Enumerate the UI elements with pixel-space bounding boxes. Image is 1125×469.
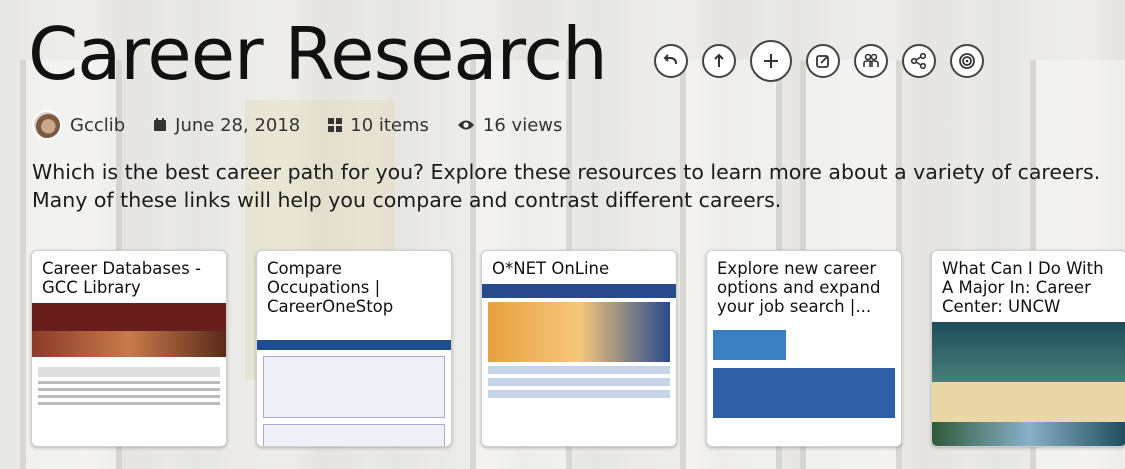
edit-button[interactable] — [806, 44, 840, 78]
items-stat: 10 items — [328, 115, 429, 136]
card-title: O*NET OnLine — [492, 259, 610, 278]
views-stat: 16 views — [457, 115, 562, 136]
card-title: What Can I Do With A Major In: Career Ce… — [942, 259, 1104, 316]
item-count: 10 items — [350, 114, 429, 136]
resource-card[interactable]: Compare Occupations | CareerOneStop — [256, 250, 452, 447]
up-arrow-icon — [714, 53, 724, 67]
plus-icon — [764, 54, 778, 68]
back-arrow-icon — [663, 54, 677, 65]
calendar-icon — [154, 118, 167, 131]
date-stat: June 28, 2018 — [153, 115, 300, 136]
avatar[interactable] — [32, 110, 62, 140]
back-button[interactable] — [654, 44, 688, 78]
resource-card[interactable]: What Can I Do With A Major In: Career Ce… — [931, 250, 1125, 447]
card-thumbnail — [482, 284, 676, 446]
resource-card[interactable]: Career Databases - GCC Library — [31, 250, 227, 447]
target-icon — [959, 53, 975, 69]
resource-card[interactable]: Explore new career options and expand yo… — [706, 250, 902, 447]
page-title: Career Research — [28, 12, 608, 96]
share-button[interactable] — [902, 44, 936, 78]
view-count: 16 views — [482, 114, 563, 136]
grid-icon — [328, 118, 343, 132]
card-title: Career Databases - GCC Library — [42, 259, 201, 297]
collection-description: Which is the best career path for you? E… — [32, 160, 1101, 212]
card-list: Career Databases - GCC Library Compare O… — [31, 250, 1125, 447]
collection-page: Career Research Gcclib June 28, 2018 10 … — [0, 0, 1125, 469]
add-button[interactable] — [750, 40, 792, 82]
card-title: Compare Occupations | CareerOneStop — [267, 259, 394, 316]
collection-meta: Gcclib June 28, 2018 10 items 16 views — [32, 110, 562, 140]
card-thumbnail — [707, 322, 901, 446]
resource-card[interactable]: O*NET OnLine — [481, 250, 677, 447]
embed-button[interactable] — [950, 44, 984, 78]
author-name[interactable]: Gcclib — [70, 115, 125, 136]
action-toolbar — [654, 40, 984, 82]
card-thumbnail — [932, 322, 1125, 446]
eye-icon — [457, 120, 474, 130]
card-thumbnail — [32, 303, 226, 446]
share-icon — [910, 52, 927, 70]
collaborators-icon — [863, 53, 879, 67]
up-button[interactable] — [702, 44, 736, 78]
edit-icon — [816, 55, 829, 68]
card-title: Explore new career options and expand yo… — [717, 259, 881, 316]
collaborators-button[interactable] — [854, 44, 888, 78]
collection-date: June 28, 2018 — [175, 114, 301, 136]
card-thumbnail — [257, 322, 451, 446]
